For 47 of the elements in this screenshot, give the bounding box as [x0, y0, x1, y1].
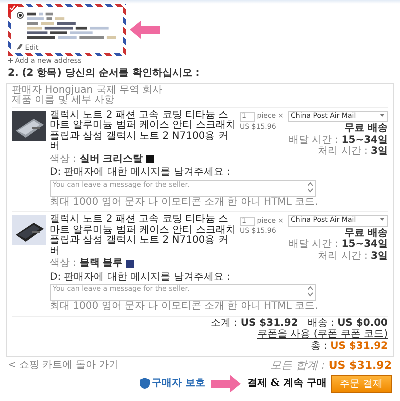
scroll-arrows-icon [308, 182, 313, 193]
caret-icon [380, 217, 385, 222]
delivery-label: 배달 시간 : [288, 134, 339, 146]
shipping-label: 배송 : [308, 318, 334, 329]
plus-icon [8, 58, 13, 63]
delivery-time: 15~34일 [342, 239, 388, 250]
color-swatch [146, 155, 154, 164]
message-label: D: 판매자에 대한 메시지를 남겨주세요 : [50, 168, 232, 179]
grand-total-value: US $31.92 [328, 359, 392, 372]
coupon-link[interactable]: 쿠폰을 사용 (쿠폰 쿠폰 코드) [257, 329, 388, 340]
processing-time: 3일 [371, 250, 388, 262]
product-title[interactable]: 갤럭시 노트 2 패션 고속 코팅 티타늄 스마트 알루미늄 범퍼 케이스 안티 스크래치 플립과 삼성 갤럭시 노트 2 N7100용 커버 [50, 110, 236, 153]
seller-name: 판매자 Hongjuan 국제 무역 회사 [12, 86, 164, 96]
free-shipping-label: 무료 배송 [344, 228, 388, 239]
processing-time: 3일 [371, 146, 388, 158]
message-label: D: 판매자에 대한 메시지를 남겨주세요 : [50, 272, 232, 284]
scroll-arrows-icon [308, 286, 313, 298]
processing-label: 처리 시간 : [318, 146, 368, 158]
shipping-value: US $0.00 [338, 318, 388, 329]
section-heading: 2. (2 항목) 당신의 순서를 확인하십시오 : [7, 67, 201, 82]
processing-label: 처리 시간 : [318, 250, 368, 262]
delivery-label: 배달 시간 : [288, 239, 339, 250]
color-value: 블랙 블루 [80, 258, 124, 270]
message-note: 최대 1000 영어 문자 나 이모티콘 소개 한 아니 HTML 코드. [50, 198, 320, 208]
subtotal-value: US $31.92 [240, 318, 298, 329]
details-label: 제품 이름 및 세부 사항 [12, 96, 116, 107]
caret-icon [380, 112, 385, 118]
buyer-protection-label: 구매자 보호 [152, 378, 206, 390]
address-radio[interactable] [17, 12, 24, 19]
subtotal-label: 소계 : [211, 318, 238, 329]
message-note: 최대 1000 영어 문자 나 이모티콘 소개 한 아니 HTML 코드. [50, 302, 320, 313]
back-link[interactable]: < 쇼핑 카트에 돌아 가기 [8, 360, 120, 372]
shield-icon [140, 378, 150, 390]
pointing-arrow-drawing [130, 21, 160, 39]
total-value: US $31.92 [330, 340, 388, 352]
color-label: 색상 : [50, 258, 77, 270]
pencil-icon [17, 44, 23, 50]
pointing-arrow-drawing [211, 374, 242, 393]
delivery-time: 15~34일 [342, 134, 388, 146]
color-label: 색상 : [50, 154, 77, 165]
product-title[interactable]: 갤럭시 노트 2 패션 고속 코팅 티타늄 스마트 알루미늄 범퍼 케이스 안티 스크래치 플립과 삼성 갤럭시 노트 2 N7100용 커버 [50, 215, 236, 258]
free-shipping-label: 무료 배송 [344, 124, 388, 135]
grand-total-label: 모든 합계 : [270, 359, 326, 372]
color-swatch [126, 260, 134, 268]
handwritten-note: 결제 & 계속 구매 [247, 378, 327, 390]
total-label: 총 : [310, 340, 328, 352]
color-value: 실버 크리스탈 [80, 154, 144, 165]
